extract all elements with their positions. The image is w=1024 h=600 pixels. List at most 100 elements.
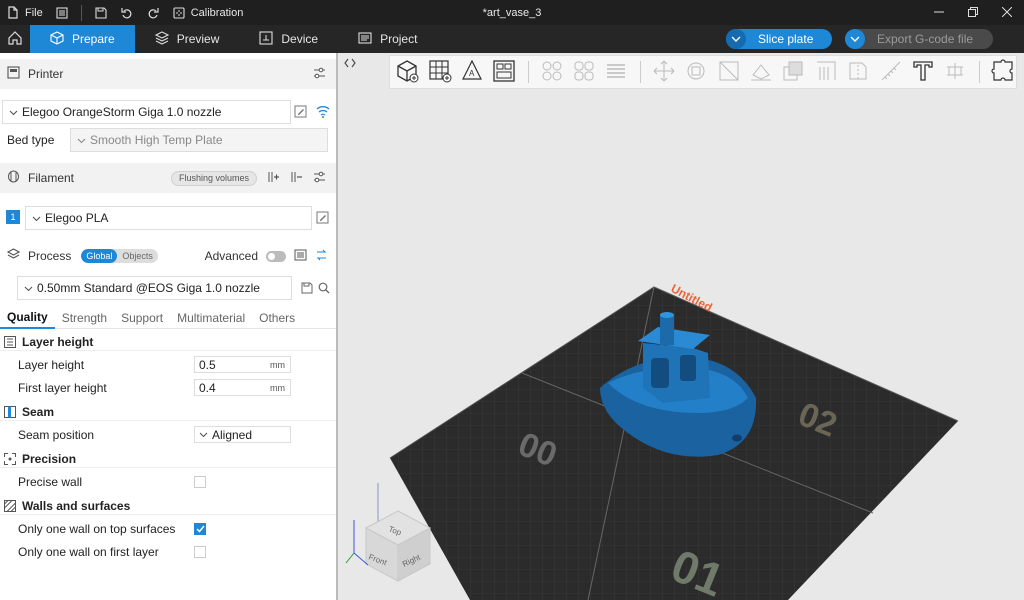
one-wall-first-label: Only one wall on first layer [18,545,159,559]
close-button[interactable] [990,0,1024,25]
tab-multimaterial[interactable]: Multimaterial [170,307,252,329]
filament-select[interactable]: Elegoo PLA [25,206,312,230]
calibration-label: Calibration [190,6,244,19]
tab-prepare[interactable]: Prepare [30,25,135,53]
view-cube[interactable]: Top Front Right [345,510,432,582]
tab-device-label: Device [281,32,319,46]
maximize-button[interactable] [956,0,990,25]
redo-button[interactable] [140,0,166,25]
move-button[interactable] [651,58,677,86]
seam-position-select[interactable]: Aligned [194,426,291,443]
settings-panel: Printer Elegoo OrangeStorm Giga 1.0 nozz… [0,53,336,600]
tab-others[interactable]: Others [252,307,302,329]
text-button[interactable] [910,58,936,86]
emboss-icon [943,59,967,86]
tab-project[interactable]: Project [338,25,437,53]
layer-height-value: 0.5 [199,357,216,372]
redo-icon [146,6,160,20]
split-parts-button[interactable] [571,58,597,86]
wifi-icon[interactable] [316,105,330,121]
plate-scene[interactable]: Untitled 00 01 02 Top Front Right [338,53,1024,600]
arrange-button[interactable] [491,58,517,86]
save-button[interactable] [88,0,114,25]
minimize-button[interactable] [922,0,956,25]
first-layer-height-input[interactable]: 0.4 mm [194,379,291,396]
bed-type-label: Bed type [7,133,55,147]
walls-group-label: Walls and surfaces [22,498,131,513]
save-profile-icon[interactable] [301,282,313,297]
add-object-button[interactable] [394,58,420,86]
save-icon [94,6,108,20]
rotate-button[interactable] [683,58,709,86]
filament-settings-icon[interactable] [313,171,326,186]
slice-plate-button[interactable]: Slice plate [726,29,832,49]
measure-button[interactable] [877,58,903,86]
one-wall-first-checkbox[interactable] [194,546,206,558]
assembly-button[interactable] [989,58,1015,86]
split-objects-icon [540,59,564,86]
seam-paint-icon [846,59,870,86]
layers-icon [154,30,169,48]
add-filament-icon[interactable] [267,171,280,186]
undo-button[interactable] [114,0,140,25]
export-gcode-button[interactable]: Export G-code file [845,29,993,49]
close-icon [1001,6,1013,20]
seam-icon [4,405,16,418]
export-dropdown-chevron-icon[interactable] [845,29,865,49]
global-toggle[interactable]: Global [81,249,118,263]
process-profile-select[interactable]: 0.50mm Standard @EOS Giga 1.0 nozzle [17,276,292,300]
flushing-volumes-button[interactable]: Flushing volumes [170,170,257,186]
tab-quality[interactable]: Quality [0,307,55,329]
filament-slot-badge[interactable]: 1 [6,210,20,224]
precise-wall-checkbox[interactable] [194,476,206,488]
process-compare-icon[interactable] [315,249,328,264]
home-button[interactable] [0,25,30,53]
chevron-down-icon [24,284,33,293]
file-menu[interactable]: File [0,0,49,25]
chevron-down-icon [77,136,86,145]
tab-device[interactable]: Device [239,25,338,53]
walls-group-title: Walls and surfaces [0,497,336,515]
chevron-down-icon [32,214,41,223]
auto-orient-button[interactable]: A [459,58,485,86]
tab-support[interactable]: Support [114,307,170,329]
tab-preview[interactable]: Preview [135,25,240,53]
split-objects-button[interactable] [539,58,565,86]
cut-icon [781,59,805,86]
3d-viewport[interactable]: Untitled 00 01 02 Top Front Right [336,53,1024,600]
search-icon[interactable] [318,282,330,297]
slice-dropdown-chevron-icon[interactable] [726,29,746,49]
remove-filament-icon[interactable] [290,171,303,186]
svg-text:A: A [469,69,475,78]
edit-filament-icon[interactable] [316,211,329,227]
one-wall-top-checkbox[interactable] [194,523,206,535]
menu-button[interactable] [49,0,75,25]
layer-height-label: Layer height [18,358,85,372]
cut-button[interactable] [780,58,806,86]
printer-select[interactable]: Elegoo OrangeStorm Giga 1.0 nozzle [2,100,291,124]
scale-button[interactable] [715,58,741,86]
objects-toggle[interactable]: Objects [117,249,158,263]
tab-strength[interactable]: Strength [55,307,114,329]
support-paint-button[interactable] [813,58,839,86]
layer-height-input[interactable]: 0.5 mm [194,356,291,373]
process-list-icon[interactable] [294,249,307,264]
bed-type-select[interactable]: Smooth High Temp Plate [70,128,328,152]
layers-editing-button[interactable] [603,58,629,86]
advanced-label: Advanced [204,249,258,263]
edit-printer-icon[interactable] [294,105,307,121]
collapse-sidebar-button[interactable] [343,57,357,71]
calibration-menu[interactable]: Calibration [166,0,250,25]
text-tool-icon [911,59,935,86]
layer-height-group-label: Layer height [22,334,94,349]
lay-on-face-button[interactable] [748,58,774,86]
add-plate-button[interactable] [426,58,452,86]
chevron-down-icon [199,430,208,439]
layer-height-group-title: Layer height [0,333,336,351]
printer-settings-icon[interactable] [313,67,326,82]
advanced-switch[interactable] [266,250,286,262]
filament-section-header: Filament Flushing volumes [0,163,336,193]
walls-icon [4,499,16,512]
emboss-button[interactable] [942,58,968,86]
seam-paint-button[interactable] [845,58,871,86]
